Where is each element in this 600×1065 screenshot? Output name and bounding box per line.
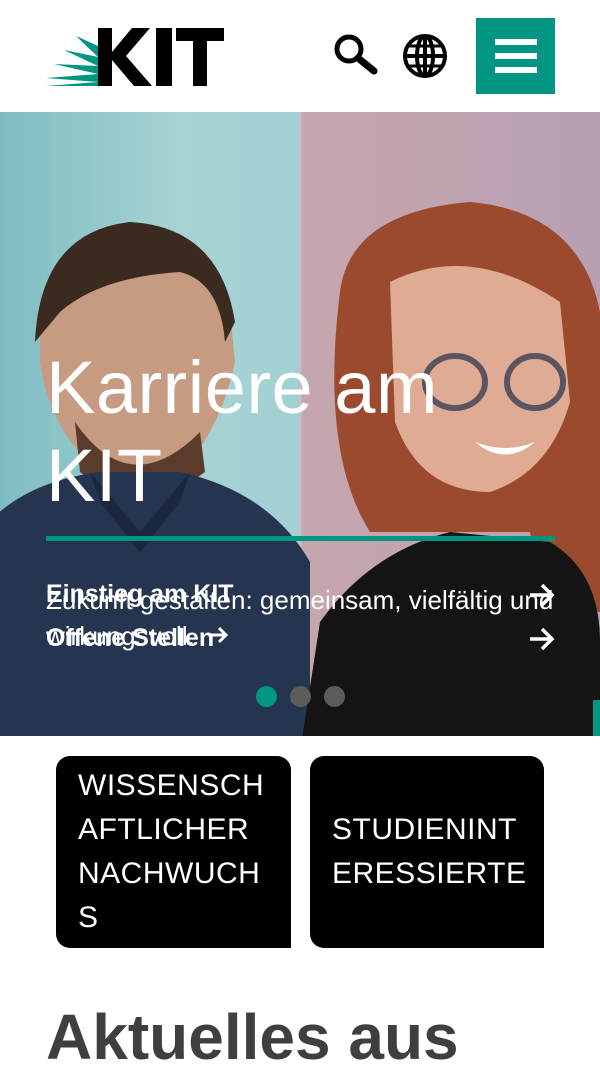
arrow-right-icon	[530, 627, 555, 650]
site-header	[0, 0, 600, 112]
globe-icon[interactable]	[400, 30, 450, 80]
menu-bar	[494, 67, 537, 73]
menu-bar	[494, 39, 537, 45]
offene-stellen-link[interactable]: Offene Stellen	[46, 624, 556, 653]
hero-title: Karriere am KIT	[46, 346, 439, 517]
offene-stellen-link-label: Offene Stellen	[46, 624, 215, 652]
hamburger-menu-icon[interactable]	[476, 18, 555, 94]
carousel-dot-3[interactable]	[324, 686, 345, 707]
einstieg-link[interactable]: Einstieg am KIT	[46, 580, 556, 609]
hero-divider	[46, 536, 555, 541]
arrow-right-icon	[530, 583, 555, 606]
search-icon[interactable]	[330, 30, 380, 80]
einstieg-link-label: Einstieg am KIT	[46, 580, 234, 608]
tile-label: STUDIENINTERESSIERTE	[332, 813, 527, 890]
menu-bar	[494, 53, 537, 59]
news-section-heading: Aktuelles aus	[46, 1001, 459, 1065]
carousel-dot-1[interactable]	[256, 686, 277, 707]
tile-studieninteressierte[interactable]: STUDIENINTERESSIERTE	[310, 756, 544, 948]
hero-edge-accent	[593, 700, 600, 736]
carousel-dot-2[interactable]	[290, 686, 311, 707]
tile-label: WISSENSCHAFTLICHER NACHWUCHS	[78, 769, 265, 934]
carousel-pagination	[256, 686, 345, 707]
kit-logo[interactable]	[46, 24, 226, 88]
tile-wissenschaftlicher-nachwuchs[interactable]: WISSENSCHAFTLICHER NACHWUCHS	[56, 756, 291, 948]
